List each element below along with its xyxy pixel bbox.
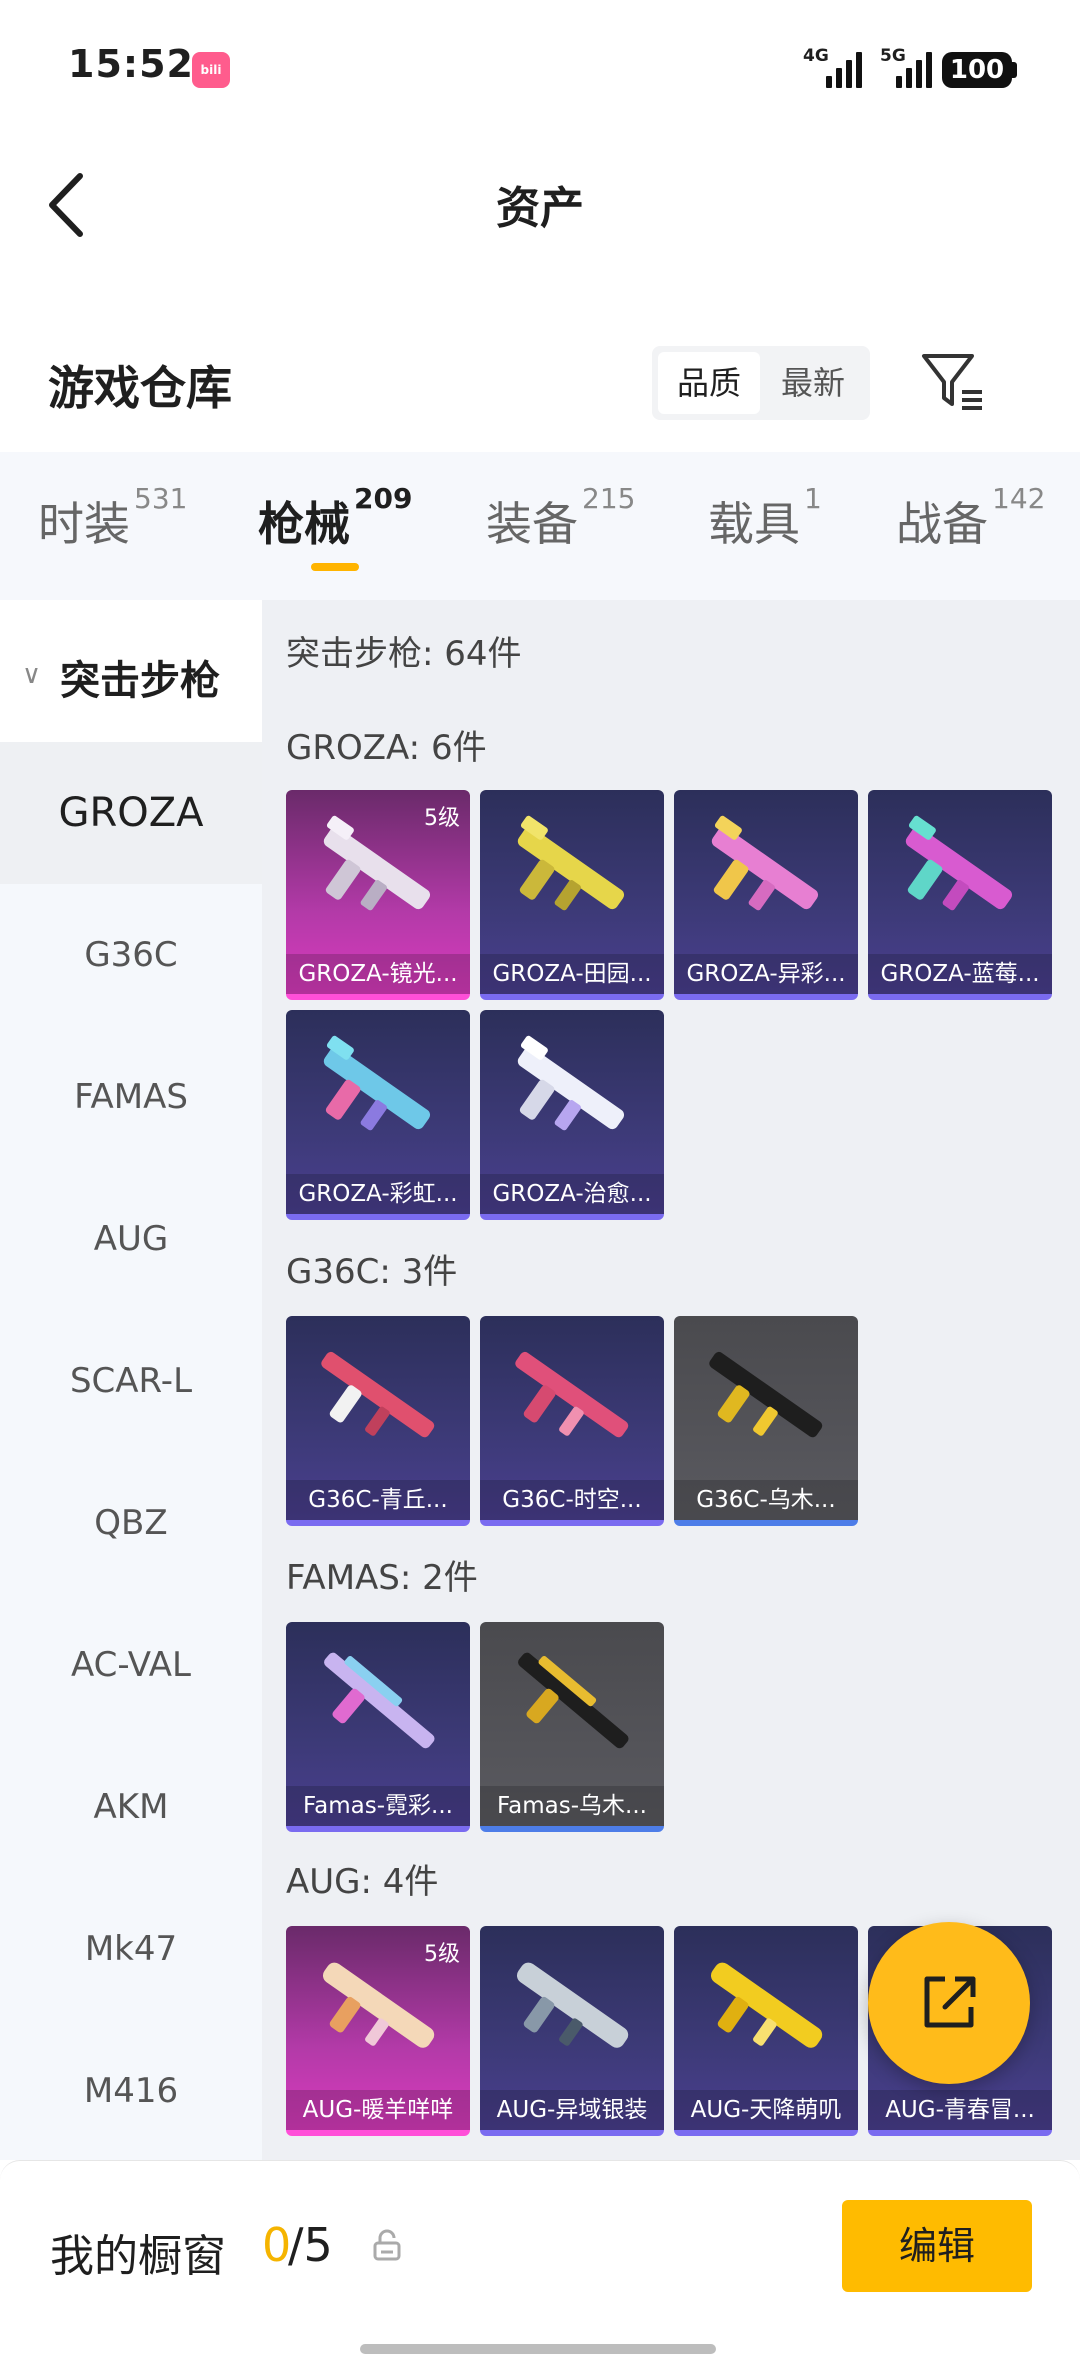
weapon-image [323,1035,431,1131]
weapon-card[interactable]: AUG-异域银装 [480,1926,664,2136]
weapon-name: GROZA-镜光... [286,954,470,994]
weapon-card[interactable]: G36C-乌木... [674,1316,858,1526]
showcase-label: 我的橱窗 [50,2231,226,2282]
weapon-name: Famas-霓彩... [286,1786,470,1826]
signal-icon-2 [896,52,932,88]
share-button[interactable] [868,1922,1030,2084]
tab-outfits[interactable]: 时装 531 [38,482,187,554]
weapon-card[interactable]: GROZA-田园... [480,790,664,1000]
weapon-image [324,1652,435,1749]
sidebar-item-scar-l[interactable]: SCAR-L [0,1310,262,1452]
category-label: 突击步枪 [60,658,220,704]
weapon-image [517,1035,625,1131]
showcase-count-current: 0 [262,2218,292,2272]
level-badge: 5级 [424,1942,460,1967]
sidebar-item-mk47[interactable]: Mk47 [0,1878,262,2020]
weapon-card[interactable]: GROZA-蓝莓... [868,790,1052,1000]
weapon-name: G36C-青丘... [286,1480,470,1520]
sidebar-item-qbz[interactable]: QBZ [0,1452,262,1594]
battery-icon: 100 [942,52,1012,88]
weapon-image [517,815,625,911]
tab-supplies[interactable]: 战备 142 [896,482,1045,554]
battery-tip [1012,62,1017,78]
group-title-groza: GROZA: 6件 [286,728,487,768]
weapon-image [905,815,1013,911]
sidebar-item-aug[interactable]: AUG [0,1168,262,1310]
weapon-name: G36C-乌木... [674,1480,858,1520]
weapon-card[interactable]: Famas-乌木... [480,1622,664,1832]
sidebar-item-groza[interactable]: GROZA [0,742,262,884]
weapon-name: AUG-青春冒... [868,2090,1052,2130]
weapon-card[interactable]: GROZA-彩虹... [286,1010,470,1220]
lock-icon [373,2229,401,2261]
status-time: 15:52 [68,42,194,86]
weapon-image [515,1351,629,1438]
sidebar-item-g36c[interactable]: G36C [0,884,262,1026]
sidebar-item-m416[interactable]: M416 [0,2020,262,2162]
page-title: 资产 [496,183,584,234]
sidebar-item-ac-val[interactable]: AC-VAL [0,1594,262,1736]
sort-toggle: 品质 最新 [652,346,870,420]
network-4g-label: 4G [803,46,829,66]
category-tabs: 时装 531 枪械 209 装备 215 载具 1 战备 142 [0,452,1080,600]
signal-icon-1 [826,52,862,88]
category-summary: 突击步枪: 64件 [286,634,522,674]
weapon-image [518,1652,629,1749]
weapon-name: GROZA-蓝莓... [868,954,1052,994]
weapon-name: G36C-时空... [480,1480,664,1520]
weapon-card[interactable]: GROZA-异彩... [674,790,858,1000]
weapon-name: AUG-天降萌叽 [674,2090,858,2130]
weapon-name: GROZA-异彩... [674,954,858,994]
weapon-image [709,1351,823,1438]
bilibili-app-icon: bili [192,52,230,88]
weapon-image [710,1962,823,2048]
showcase-count-total: /5 [288,2218,333,2272]
weapon-name: GROZA-彩虹... [286,1174,470,1214]
weapon-card[interactable]: GROZA-治愈... [480,1010,664,1220]
group-title-famas: FAMAS: 2件 [286,1558,478,1598]
sidebar-item-famas[interactable]: FAMAS [0,1026,262,1168]
category-header[interactable]: ∨ 突击步枪 [0,600,262,742]
sidebar-item-akm[interactable]: AKM [0,1736,262,1878]
weapon-name: GROZA-田园... [480,954,664,994]
back-arrow-icon[interactable] [42,170,92,240]
home-indicator[interactable] [360,2344,716,2354]
active-tab-indicator [311,563,359,571]
weapon-card[interactable]: 5级 GROZA-镜光... [286,790,470,1000]
weapon-card[interactable]: G36C-时空... [480,1316,664,1526]
weapon-name: GROZA-治愈... [480,1174,664,1214]
weapon-card[interactable]: G36C-青丘... [286,1316,470,1526]
group-title-g36c: G36C: 3件 [286,1252,458,1292]
tab-equipment[interactable]: 装备 215 [486,482,635,554]
weapon-image [321,1351,435,1438]
weapon-card[interactable]: Famas-霓彩... [286,1622,470,1832]
chevron-down-icon: ∨ [22,660,42,690]
tab-vehicles[interactable]: 载具 1 [708,482,822,554]
sort-quality-option[interactable]: 品质 [658,352,760,414]
level-badge: 5级 [424,806,460,831]
tab-firearms[interactable]: 枪械 209 [258,482,412,554]
weapon-image [711,815,819,911]
weapon-name: AUG-异域银装 [480,2090,664,2130]
weapon-name: Famas-乌木... [480,1786,664,1826]
weapon-name: AUG-暖羊咩咩 [286,2090,470,2130]
weapon-card[interactable]: AUG-天降萌叽 [674,1926,858,2136]
weapon-card[interactable]: 5级 AUG-暖羊咩咩 [286,1926,470,2136]
group-title-aug: AUG: 4件 [286,1862,439,1902]
filter-icon[interactable] [920,352,984,410]
edit-button[interactable]: 编辑 [842,2200,1032,2292]
warehouse-title: 游戏仓库 [48,361,232,415]
sort-latest-option[interactable]: 最新 [762,352,864,414]
weapon-image [516,1962,629,2048]
share-icon [924,1976,976,2028]
